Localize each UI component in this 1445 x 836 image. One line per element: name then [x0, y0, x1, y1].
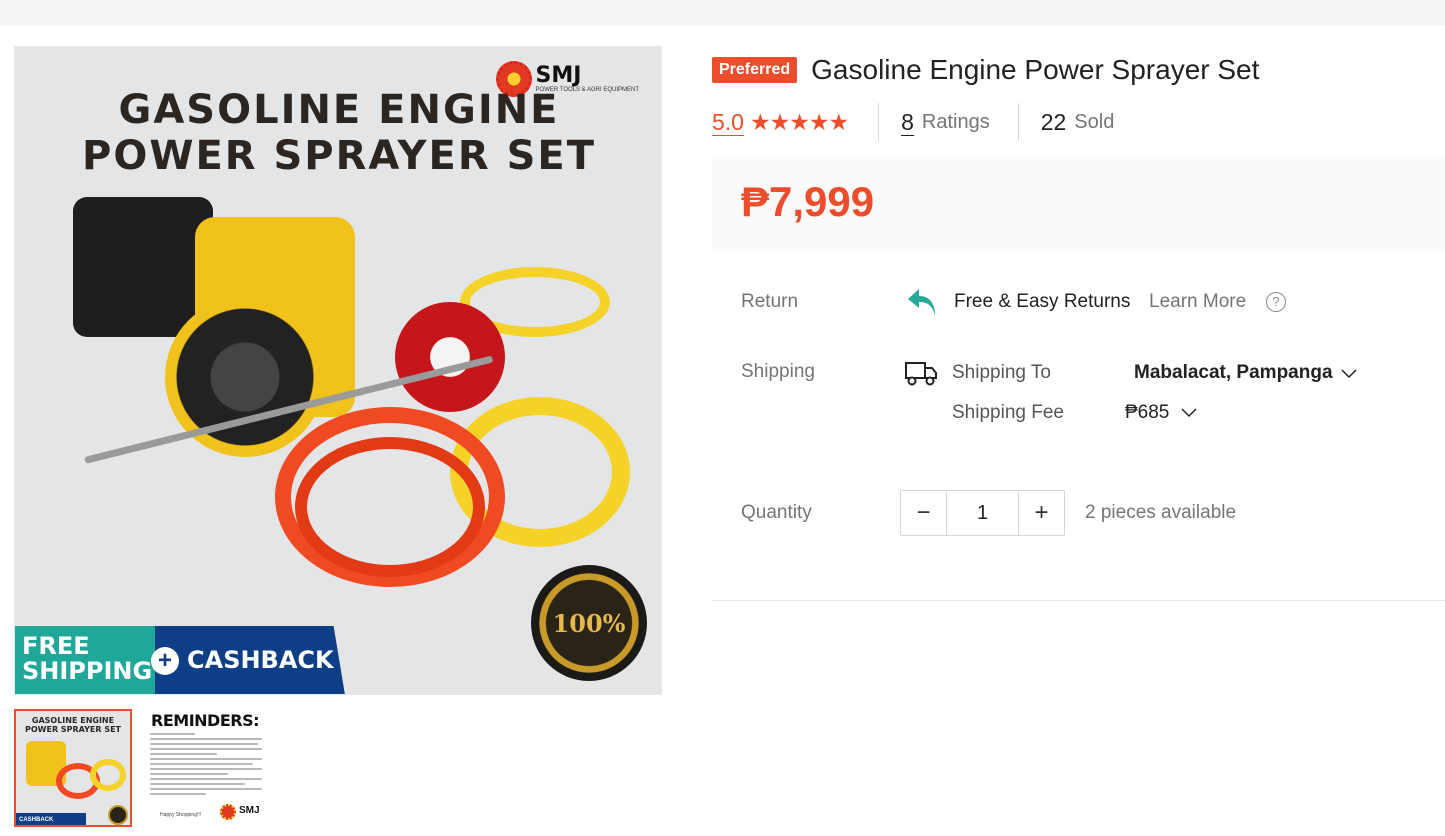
- ratings-label: Ratings: [921, 110, 990, 133]
- image-heading-line1: GASOLINE ENGINE: [118, 87, 560, 133]
- image-heading: GASOLINE ENGINE POWER SPRAYER SET: [15, 87, 661, 179]
- shipping-label: Shipping: [741, 361, 815, 382]
- quantity-decrease-button[interactable]: −: [901, 491, 946, 535]
- thumbnail-1[interactable]: GASOLINE ENGINE POWER SPRAYER SET CASHBA…: [14, 709, 132, 827]
- banner-shipping-text: SHIPPING: [22, 657, 153, 685]
- image-heading-line2: POWER SPRAYER SET: [82, 133, 596, 179]
- shipping-fee-value[interactable]: ₱685: [1125, 402, 1169, 424]
- banner-free-text: FREE: [22, 632, 90, 660]
- satisfaction-seal: 100%: [531, 565, 647, 681]
- ratings-count[interactable]: 8: [901, 109, 914, 136]
- sold-label: Sold: [1074, 110, 1115, 133]
- thumbnail-1-title-line1: GASOLINE ENGINE: [31, 716, 115, 725]
- chevron-down-icon[interactable]: [1340, 364, 1358, 382]
- logo-name: SMJ: [535, 62, 582, 88]
- return-label: Return: [741, 291, 799, 312]
- thumbnail-yellow-hose: [90, 759, 126, 791]
- quantity-increase-button[interactable]: +: [1019, 491, 1064, 535]
- rating-score[interactable]: 5.0: [712, 109, 744, 136]
- sold-count: 22: [1040, 109, 1067, 135]
- section-divider: [712, 600, 1445, 601]
- quantity-stepper: − +: [900, 490, 1065, 536]
- top-bar: [0, 0, 1445, 26]
- stats-divider: [878, 103, 880, 141]
- thumbnail-1-title: GASOLINE ENGINE POWER SPRAYER SET: [16, 716, 130, 734]
- reminders-logo-text: SMJ: [239, 805, 260, 816]
- truck-icon: [905, 362, 937, 386]
- seal-text: 100%: [552, 609, 626, 638]
- product-title-row: Preferred Gasoline Engine Power Sprayer …: [712, 54, 1259, 86]
- price-section: ₱7,999: [712, 156, 1445, 251]
- rating-stars: ★★★★★: [749, 108, 849, 135]
- shipping-location-select[interactable]: Mabalacat, Pampanga: [1134, 362, 1333, 384]
- thumbnail-seal: [108, 805, 128, 825]
- stock-available: 2 pieces available: [1085, 502, 1237, 523]
- thumbnail-1-title-line2: POWER SPRAYER SET: [25, 725, 121, 734]
- banner-cashback: CASHBACK: [187, 646, 334, 674]
- promo-banner: FREE SHIPPING + CASHBACK: [15, 626, 345, 694]
- banner-free-shipping: FREE SHIPPING: [22, 634, 152, 684]
- return-arrow-icon: [908, 289, 935, 315]
- quantity-input[interactable]: [946, 491, 1019, 535]
- free-returns-text: Free & Easy Returns: [954, 291, 1131, 312]
- product-price: ₱7,999: [741, 178, 875, 225]
- shipping-to-label: Shipping To: [952, 362, 1051, 383]
- chevron-down-icon[interactable]: [1180, 403, 1198, 421]
- product-title: Gasoline Engine Power Sprayer Set: [811, 54, 1260, 85]
- stats-divider: [1017, 103, 1019, 141]
- plus-icon: +: [151, 647, 179, 675]
- reminders-text-lines: [150, 733, 262, 798]
- reminders-logo-icon: [220, 804, 236, 820]
- product-stats: 5.0 ★★★★★ 8 Ratings 22 Sold: [712, 102, 1114, 142]
- thumbnail-2[interactable]: REMINDERS: Happy Shopping!!! SMJ: [146, 709, 264, 827]
- preferred-badge: Preferred: [712, 57, 798, 83]
- thumbnail-banner: CASHBACK: [16, 813, 86, 825]
- question-circle-icon[interactable]: ?: [1266, 292, 1286, 312]
- sprayer-illustration: [45, 187, 661, 627]
- shipping-fee-label: Shipping Fee: [952, 402, 1064, 423]
- reminders-title: REMINDERS:: [151, 711, 259, 730]
- product-main-image[interactable]: SMJ POWER TOOLS & AGRI EQUIPMENT GASOLIN…: [14, 46, 662, 695]
- red-hose-inner: [295, 437, 485, 577]
- reminders-footer: Happy Shopping!!!: [160, 812, 202, 818]
- quantity-label: Quantity: [741, 502, 812, 523]
- learn-more-link[interactable]: Learn More: [1149, 291, 1246, 313]
